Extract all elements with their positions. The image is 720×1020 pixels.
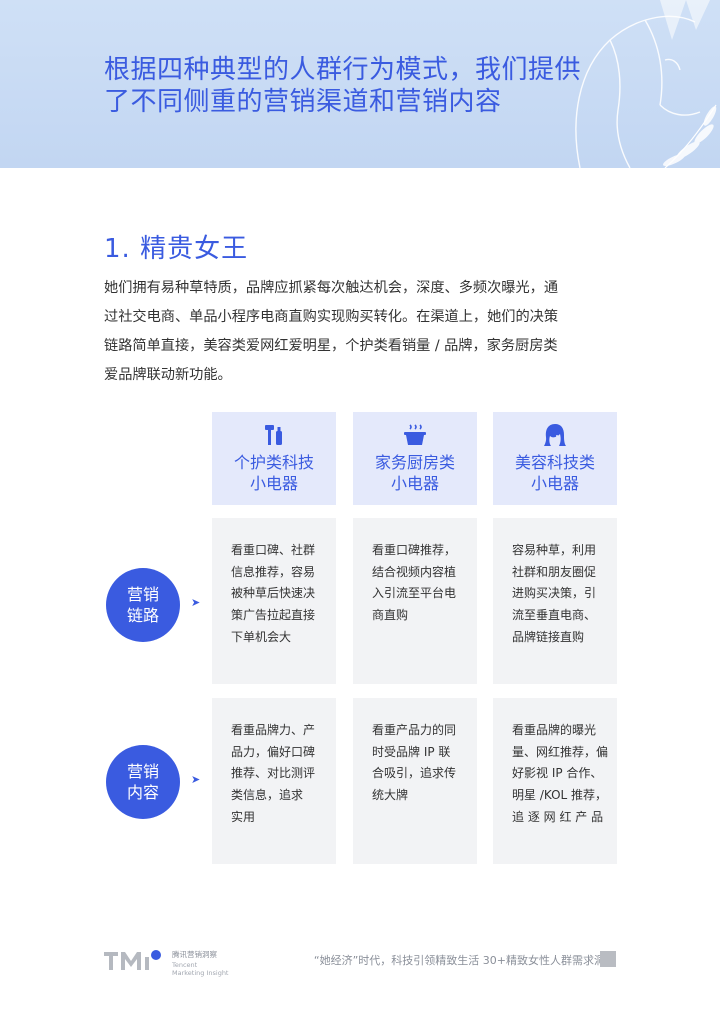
column-header-line2: 小电器 bbox=[530, 474, 579, 493]
banner-title: 根据四种典型的人群行为模式，我们提供 了不同侧重的营销渠道和营销内容 bbox=[104, 54, 624, 118]
column-header-beauty: 美容科技类 小电器 bbox=[493, 412, 617, 505]
cell-line: 容易种草，利用 bbox=[512, 543, 597, 557]
cell-line: 策广告拉起直接 bbox=[231, 608, 316, 623]
cell-line: 推荐、对比测评 bbox=[231, 766, 316, 781]
section-title: 1. 精贵女王 bbox=[104, 234, 249, 264]
column-header-personal-care: 个护类科技 小电器 bbox=[212, 412, 336, 505]
cell-line: 看重品牌力、产 bbox=[231, 723, 316, 737]
footer-brand-en: Marketing Insight bbox=[172, 969, 229, 977]
cell-line: 商直购 bbox=[372, 608, 409, 623]
cell-line: 明星 /KOL 推荐， bbox=[512, 788, 608, 803]
cell-line: 社群和朋友圈促 bbox=[512, 564, 597, 579]
cell-line: 看重品牌的曝光 bbox=[512, 723, 597, 737]
table-cell: 看重口碑推荐， 结合视频内容植 入引流至平台电 商直购 bbox=[353, 518, 477, 684]
cell-line: 品力，偏好口碑 bbox=[231, 744, 316, 759]
table-cell: 容易种草，利用 社群和朋友圈促 进购买决策，引 流至垂直电商、 品牌链接直购 bbox=[493, 518, 617, 684]
table-cell: 看重产品力的同 时受品牌 IP 联 合吸引，追求传 统大牌 bbox=[353, 698, 477, 864]
row-label-marketing-channel: 营销 链路 bbox=[106, 568, 180, 642]
woman-face-icon bbox=[544, 424, 566, 446]
cell-line: 被种草后快速决 bbox=[231, 586, 316, 601]
column-header-line2: 小电器 bbox=[390, 474, 439, 493]
cell-line: 下单机会大 bbox=[231, 629, 292, 644]
column-header-line1: 家务厨房类 bbox=[374, 453, 455, 472]
column-header-kitchen: 家务厨房类 小电器 bbox=[353, 412, 477, 505]
header-banner: 根据四种典型的人群行为模式，我们提供 了不同侧重的营销渠道和营销内容 bbox=[0, 0, 720, 168]
cell-line: 看重产品力的同 bbox=[372, 723, 457, 737]
chevron-right-icon: ➤ bbox=[191, 596, 201, 609]
footer-caption: “她经济”时代，科技引领精致生活 30+精致女性人群需求洞察 bbox=[313, 954, 616, 967]
cell-line: 品牌链接直购 bbox=[512, 629, 585, 644]
personal-care-icon bbox=[265, 425, 282, 445]
tmi-logo-icon bbox=[104, 950, 161, 970]
cooking-pot-icon bbox=[404, 424, 426, 445]
chevron-right-icon: ➤ bbox=[191, 773, 201, 786]
cell-line: 入引流至平台电 bbox=[372, 586, 457, 601]
footer-brand-en: Tencent bbox=[172, 961, 198, 969]
cell-line: 结合视频内容植 bbox=[372, 564, 457, 579]
cell-line: 看重口碑、社群 bbox=[231, 543, 316, 557]
intro-line: 爱品牌联动新功能。 bbox=[104, 367, 232, 383]
cell-line: 进购买决策，引 bbox=[512, 586, 597, 601]
column-header-line1: 美容科技类 bbox=[514, 453, 595, 472]
row-label-line2: 链路 bbox=[126, 606, 159, 625]
banner-title-line1: 根据四种典型的人群行为模式，我们提供 bbox=[104, 55, 582, 85]
row-label-marketing-content: 营销 内容 bbox=[106, 745, 180, 819]
footer-brand-cn: 腾讯营销洞察 bbox=[172, 950, 217, 959]
cell-line: 量、网红推荐，偏 bbox=[512, 744, 609, 759]
table-cell: 看重品牌的曝光 量、网红推荐，偏 好影视 IP 合作、 明星 /KOL 推荐， … bbox=[493, 698, 617, 864]
cell-line: 类信息，追求 bbox=[231, 788, 304, 803]
column-header-line2: 小电器 bbox=[249, 474, 298, 493]
table-cell: 看重品牌力、产 品力，偏好口碑 推荐、对比测评 类信息，追求 实用 bbox=[212, 698, 336, 864]
cell-line: 实用 bbox=[231, 809, 256, 824]
cell-line: 看重口碑推荐， bbox=[372, 543, 457, 557]
cell-line: 好影视 IP 合作、 bbox=[512, 766, 603, 781]
cell-line: 合吸引，追求传 bbox=[372, 766, 457, 781]
table-cell: 看重口碑、社群 信息推荐，容易 被种草后快速决 策广告拉起直接 下单机会大 bbox=[212, 518, 336, 684]
intro-line: 过社交电商、单品小程序电商直购实现购买转化。在渠道上，她们的决策 bbox=[104, 309, 559, 325]
column-header-line1: 个护类科技 bbox=[233, 453, 314, 472]
cell-line: 信息推荐，容易 bbox=[231, 564, 316, 579]
intro-line: 她们拥有易种草特质，品牌应抓紧每次触达机会，深度、多频次曝光，通 bbox=[104, 280, 559, 296]
cell-line: 流至垂直电商、 bbox=[512, 608, 597, 623]
cell-line: 时受品牌 IP 联 bbox=[372, 744, 451, 759]
cell-line: 统大牌 bbox=[372, 788, 409, 803]
section-intro: 她们拥有易种草特质，品牌应抓紧每次触达机会，深度、多频次曝光，通 过社交电商、单… bbox=[104, 274, 618, 390]
page-marker bbox=[600, 951, 616, 967]
intro-line: 链路简单直接，美容类爱网红爱明星，个护类看销量 / 品牌，家务厨房类 bbox=[104, 338, 558, 354]
banner-title-line2: 了不同侧重的营销渠道和营销内容 bbox=[104, 87, 502, 117]
row-label-line1: 营销 bbox=[126, 585, 159, 604]
row-label-line2: 内容 bbox=[126, 783, 159, 802]
cell-line: 追 逐 网 红 产 品 bbox=[512, 809, 604, 824]
row-label-line1: 营销 bbox=[126, 762, 159, 781]
